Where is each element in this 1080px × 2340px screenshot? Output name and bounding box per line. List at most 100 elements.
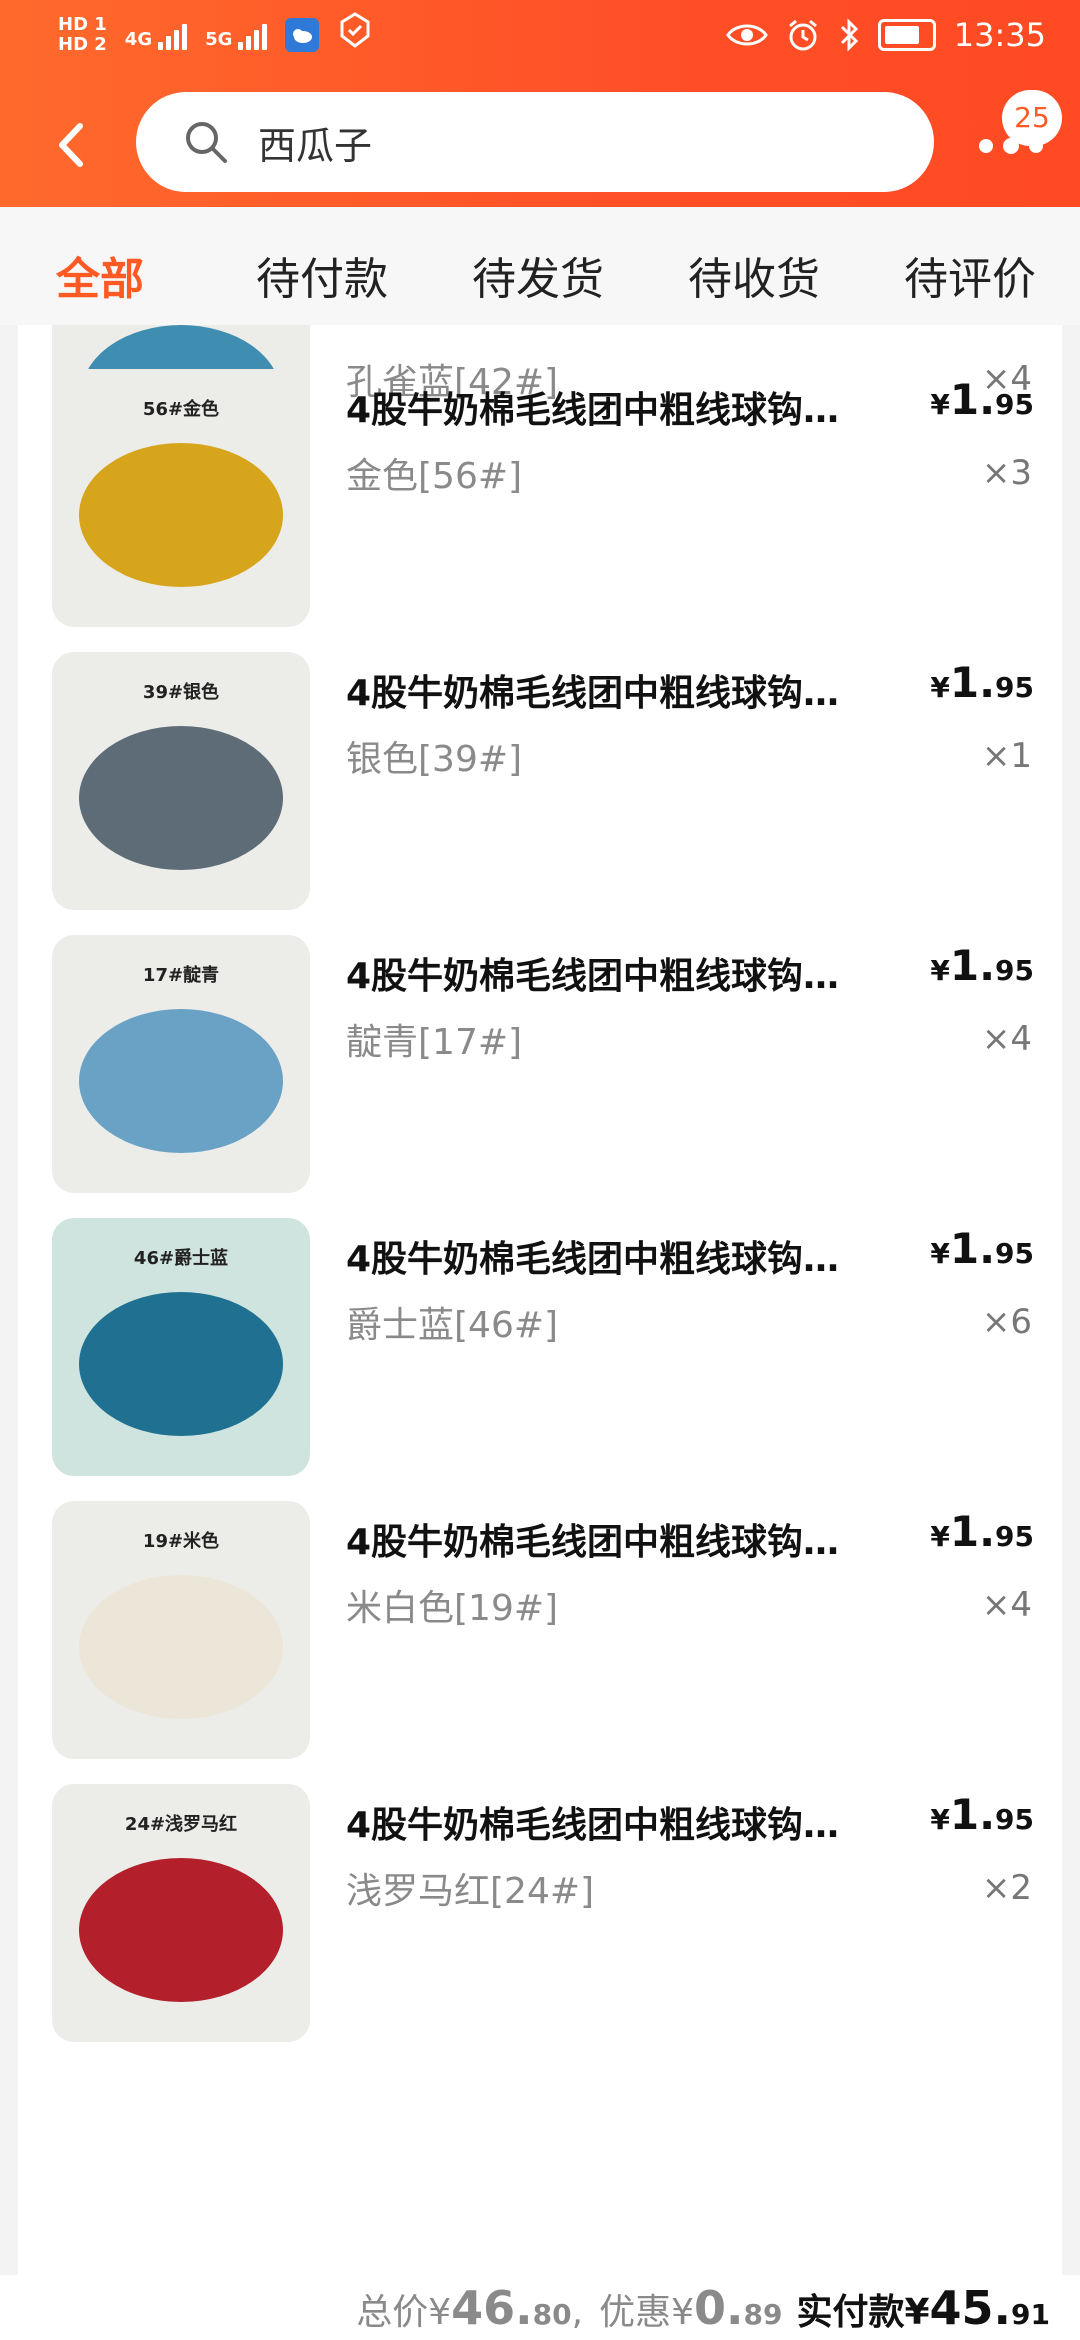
price-int: 1. [949,941,996,990]
tab-all[interactable]: 全部 [56,243,144,307]
price-symbol: ¥ [930,671,950,704]
product-spec: 爵士蓝[46#] [346,1305,559,1346]
product-spec: 银色[39#] [346,739,523,780]
total-int: 46. [451,2281,533,2335]
pay-int: 45. [929,2281,1012,2335]
sim1-label: HD 1 [58,13,107,35]
signal-icon [158,20,188,50]
image-label: 56#金色 [142,399,220,420]
product-price: ¥1.95 [930,1790,1034,1839]
order-summary: 总价 ¥ 46. 80 , 优惠 ¥ 0. 89 实付款 ¥ 45. 91 [0,2275,1080,2340]
weather-icon [285,17,320,52]
alarm-icon [788,19,817,51]
product-spec: 金色[56#] [346,456,523,497]
tab-pending-shipment[interactable]: 待发货 [472,243,604,307]
price-dec: 95 [995,671,1034,704]
product-qty: ×3 [981,453,1032,493]
bluetooth-icon [840,18,858,52]
order-card: 孔雀蓝[42#] ×4 56#金色 4股牛奶棉毛线团中粗线球钩… ¥1.95 金… [18,325,1062,2275]
price-dec: 95 [995,1520,1034,1553]
product-title[interactable]: 4股牛奶棉毛线团中粗线球钩… [346,1230,906,1282]
list-item[interactable]: 56#金色 4股牛奶棉毛线团中粗线球钩… ¥1.95 金色[56#] ×3 [18,369,1062,627]
summary-row: 总价 ¥ 46. 80 , 优惠 ¥ 0. 89 实付款 ¥ 45. 91 [356,2281,1050,2335]
pay-symbol: ¥ [904,2292,930,2333]
image-label: 46#爵士蓝 [133,1248,229,1269]
list-item[interactable]: 24#浅罗马红 4股牛奶棉毛线团中粗线球钩… ¥1.95 浅罗马红[24#] ×… [18,1784,1062,2042]
image-label: 39#银色 [142,682,220,703]
product-qty: ×6 [981,1302,1032,1342]
network-4g-label: 4G [124,28,153,50]
product-qty: ×4 [981,1019,1032,1059]
back-arrow-icon[interactable] [52,120,92,170]
product-image[interactable]: 24#浅罗马红 [52,1784,310,2042]
total-label: 总价 [356,2292,429,2333]
product-title[interactable]: 4股牛奶棉毛线团中粗线球钩… [346,381,906,433]
sim2-label: HD 2 [58,33,107,55]
signal-icon-2 [238,20,268,50]
product-image[interactable]: 56#金色 [52,369,310,627]
tab-pending-review[interactable]: 待评价 [904,243,1036,307]
product-title[interactable]: 4股牛奶棉毛线团中粗线球钩… [346,1796,906,1848]
pay-label: 实付款 [796,2292,905,2333]
price-dec: 95 [995,1803,1034,1836]
list-item[interactable]: 39#银色 4股牛奶棉毛线团中粗线球钩… ¥1.95 银色[39#] ×1 [18,652,1062,910]
price-int: 1. [949,658,996,707]
message-badge: 25 [1002,90,1062,146]
product-title[interactable]: 4股牛奶棉毛线团中粗线球钩… [346,1513,906,1565]
order-tabs: 全部 待付款 待发货 待收货 待评价 [0,207,1080,325]
price-symbol: ¥ [930,1520,950,1553]
total-symbol: ¥ [428,2292,452,2333]
list-item[interactable]: 46#爵士蓝 4股牛奶棉毛线团中粗线球钩… ¥1.95 爵士蓝[46#] ×6 [18,1218,1062,1476]
discount-dec: 89 [743,2298,783,2331]
status-bar: HD 1 HD 2 4G 5G 13:35 [0,0,1080,80]
price-int: 1. [949,375,996,424]
image-label: 17#靛青 [142,965,220,986]
product-spec: 米白色[19#] [346,1588,559,1629]
search-icon [186,122,227,163]
price-symbol: ¥ [930,388,950,421]
list-item[interactable]: 19#米色 4股牛奶棉毛线团中粗线球钩… ¥1.95 米白色[19#] ×4 [18,1501,1062,1759]
eye-icon [725,24,768,46]
search-text: 西瓜子 [258,123,373,168]
product-image[interactable]: 39#银色 [52,652,310,910]
product-qty: ×4 [981,1585,1032,1625]
price-symbol: ¥ [930,954,950,987]
summary-separator: , [571,2292,584,2333]
pay-dec: 91 [1011,2298,1050,2331]
product-spec: 浅罗马红[24#] [346,1871,595,1912]
product-image[interactable]: 17#靛青 [52,935,310,1193]
clock-time: 13:35 [953,16,1046,54]
tab-pending-payment[interactable]: 待付款 [256,243,388,307]
product-qty: ×1 [981,736,1032,776]
list-item[interactable]: 17#靛青 4股牛奶棉毛线团中粗线球钩… ¥1.95 靛青[17#] ×4 [18,935,1062,1193]
sim-indicators: HD 1 HD 2 [58,13,107,55]
product-title[interactable]: 4股牛奶棉毛线团中粗线球钩… [346,664,906,716]
network-5g: 5G [205,20,268,50]
network-4g: 4G [124,20,188,50]
status-left: HD 1 HD 2 4G 5G [58,12,373,57]
product-price: ¥1.95 [930,375,1034,424]
discount-symbol: ¥ [671,2292,694,2333]
product-image[interactable]: 46#爵士蓝 [52,1218,310,1476]
price-int: 1. [949,1507,996,1556]
product-title[interactable]: 4股牛奶棉毛线团中粗线球钩… [346,947,906,999]
discount-label: 优惠 [599,2292,672,2333]
product-price: ¥1.95 [930,1507,1034,1556]
price-dec: 95 [995,1237,1034,1270]
product-price: ¥1.95 [930,1224,1034,1273]
price-symbol: ¥ [930,1237,950,1270]
status-right: 13:35 [725,16,1046,54]
product-qty: ×2 [981,1868,1032,1908]
product-image[interactable]: 19#米色 [52,1501,310,1759]
search-bar[interactable]: 西瓜子 [136,92,934,192]
shield-icon [337,12,373,57]
tab-pending-receipt[interactable]: 待收货 [688,243,820,307]
price-dec: 95 [995,388,1034,421]
product-spec: 靛青[17#] [346,1022,523,1063]
product-price: ¥1.95 [930,941,1034,990]
image-label: 24#浅罗马红 [124,1814,238,1835]
image-label: 19#米色 [142,1531,220,1552]
battery-icon [877,19,936,51]
product-price: ¥1.95 [930,658,1034,707]
total-dec: 80 [532,2298,572,2331]
